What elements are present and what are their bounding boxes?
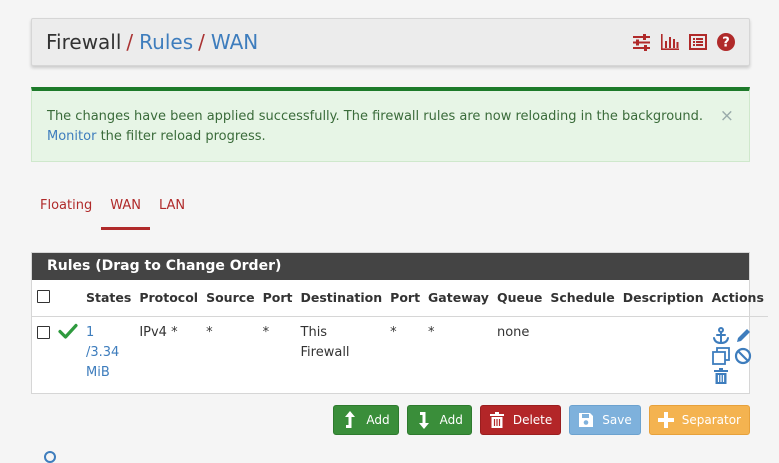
queue-cell: none [496, 324, 530, 340]
column-header-destination: Destination [296, 280, 387, 317]
monitor-link[interactable]: Monitor [47, 129, 96, 144]
row-select-checkbox[interactable] [37, 325, 50, 339]
bar-chart-icon[interactable] [660, 33, 679, 52]
rules-table: States Protocol Source Port Destination … [32, 280, 768, 385]
column-header-dest-port: Port [386, 280, 425, 317]
actions-cell [708, 316, 768, 385]
source-cell: * [206, 324, 213, 340]
protocol-cell: IPv4 * [139, 324, 178, 340]
arrow-down-turn-icon [416, 410, 432, 430]
save-button[interactable]: Save [569, 405, 641, 435]
alert-message: The changes have been applied successful… [47, 109, 704, 124]
tab-wan[interactable]: WAN [101, 196, 150, 230]
trash-icon[interactable] [712, 367, 730, 385]
rules-table-header: States Protocol Source Port Destination … [32, 280, 768, 317]
column-header-schedule: Schedule [546, 280, 619, 317]
column-header-description: Description [618, 280, 708, 317]
description-cell [619, 316, 708, 385]
breadcrumb-separator: / [126, 30, 134, 54]
rule-action-buttons: Add Add Delete Save Separator [333, 405, 750, 435]
schedule-cell [546, 316, 618, 385]
help-icon[interactable]: ? [716, 33, 735, 52]
column-header-gateway: Gateway [424, 280, 493, 317]
alert-message-2: the filter reload progress. [100, 129, 266, 144]
separator-label: Separator [681, 413, 741, 427]
save-label: Save [602, 413, 632, 427]
interface-tabs: Floating WAN LAN [31, 196, 194, 232]
add-separator-button[interactable]: Separator [648, 405, 750, 435]
select-all-checkbox[interactable] [37, 289, 50, 303]
alert-close-button[interactable]: × [720, 108, 734, 125]
arrow-up-turn-icon [342, 410, 358, 430]
column-header-queue: Queue [492, 280, 547, 317]
info-icon[interactable] [44, 451, 56, 463]
column-header-protocol: Protocol [135, 280, 203, 317]
breadcrumb-wan-link[interactable]: WAN [211, 30, 258, 54]
gateway-cell: * [428, 324, 435, 340]
column-header-states: States [82, 280, 136, 317]
floppy-disk-icon [578, 410, 594, 430]
breadcrumb-panel: Firewall / Rules / WAN ? [31, 18, 750, 66]
column-header-actions: Actions [707, 280, 768, 317]
copy-icon[interactable] [711, 346, 730, 365]
trash-icon [489, 410, 505, 430]
anchor-icon[interactable] [712, 326, 730, 345]
list-icon[interactable] [688, 33, 707, 52]
states-cell[interactable]: 1 /3.34 MiB [82, 316, 135, 385]
breadcrumb: Firewall / Rules / WAN [46, 30, 258, 54]
success-alert: The changes have been applied successful… [31, 87, 750, 162]
status-column-header [54, 280, 82, 317]
plus-icon [657, 410, 674, 430]
header-icons: ? [632, 33, 735, 52]
tab-floating[interactable]: Floating [31, 196, 101, 230]
column-header-source: Source [202, 280, 259, 317]
column-header-port: Port [258, 280, 297, 317]
breadcrumb-firewall: Firewall [46, 30, 122, 54]
add-top-label: Add [366, 413, 390, 427]
destination-cell: This Firewall [300, 324, 350, 360]
sliders-icon[interactable] [632, 33, 651, 52]
edit-pencil-icon[interactable] [734, 327, 752, 345]
svg-text:?: ? [722, 36, 730, 51]
breadcrumb-separator: / [198, 30, 205, 54]
tab-lan[interactable]: LAN [150, 196, 194, 230]
add-rule-top-button[interactable]: Add [333, 405, 399, 435]
add-bottom-label: Add [439, 413, 463, 427]
breadcrumb-rules-link[interactable]: Rules [139, 30, 193, 54]
delete-button[interactable]: Delete [479, 405, 562, 435]
check-icon [58, 323, 78, 339]
add-rule-bottom-button[interactable]: Add [406, 405, 472, 435]
dest-port-cell: * [390, 324, 397, 340]
rules-panel: Rules (Drag to Change Order) States Prot… [31, 252, 768, 394]
table-row[interactable]: 1 /3.34 MiB IPv4 * * * This Firewall * *… [32, 316, 768, 385]
rules-panel-title: Rules (Drag to Change Order) [32, 253, 749, 280]
delete-label: Delete [512, 413, 553, 427]
disable-icon[interactable] [734, 347, 752, 365]
source-port-cell: * [262, 324, 270, 340]
